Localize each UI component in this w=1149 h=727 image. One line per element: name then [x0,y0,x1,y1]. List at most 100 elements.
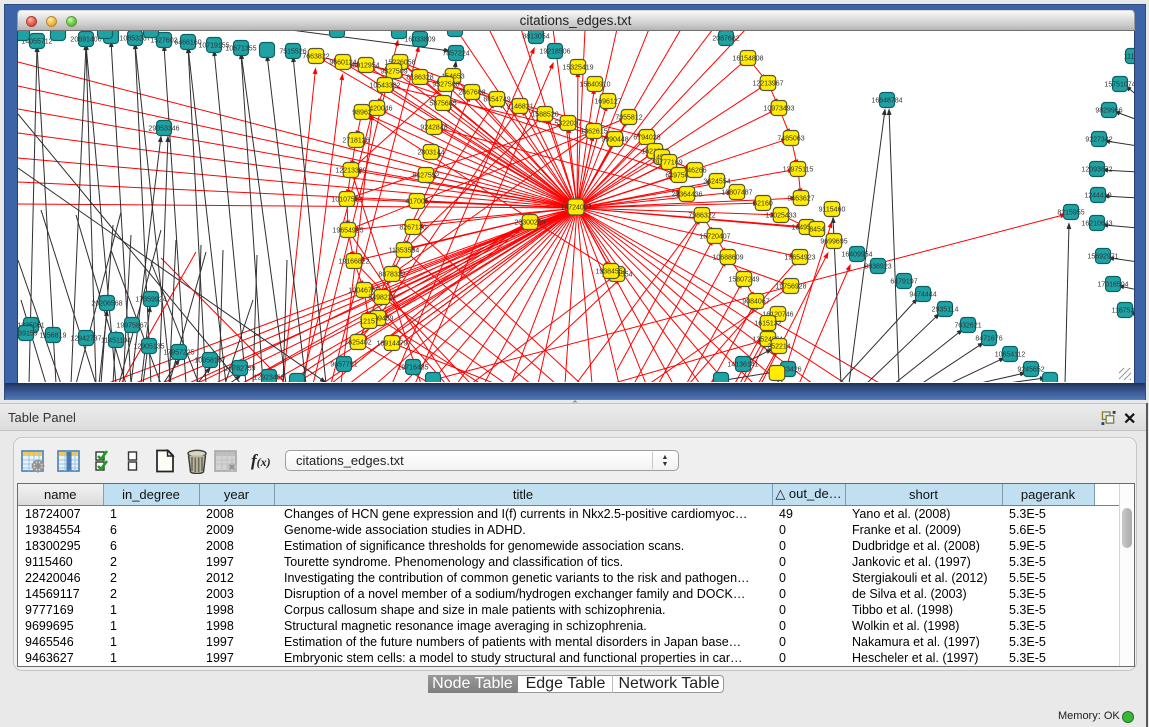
svg-text:62160: 62160 [753,200,773,207]
svg-text:11353594: 11353594 [388,247,419,254]
svg-text:8454: 8454 [809,226,825,233]
svg-text:10807487: 10807487 [721,189,752,196]
svg-text:12942737: 12942737 [70,335,101,342]
svg-text:8454749: 8454749 [483,96,510,103]
svg-text:9227342: 9227342 [1085,136,1112,143]
svg-text:9990448: 9990448 [601,136,628,143]
svg-text:9474444: 9474444 [909,291,936,298]
svg-text:12923468: 12923468 [253,374,284,381]
svg-text:10025433: 10025433 [765,212,796,219]
svg-text:19218506: 19218506 [539,48,570,55]
svg-text:10688609: 10688609 [712,254,743,261]
svg-text:17016504: 17016504 [1097,281,1128,288]
svg-text:9699695: 9699695 [820,238,847,245]
svg-text:2087682: 2087682 [712,35,739,42]
svg-text:9242848: 9242848 [420,124,447,131]
svg-text:17359924: 17359924 [135,296,166,303]
svg-text:8912954: 8912954 [352,62,379,69]
svg-text:5498222: 5498222 [368,294,395,301]
svg-text:11123: 11123 [1123,53,1134,60]
svg-text:19716485: 19716485 [397,364,428,371]
svg-text:7663822: 7663822 [302,53,329,60]
svg-text:2718126: 2718126 [342,137,369,144]
svg-text:9463627: 9463627 [787,195,814,202]
svg-text:9245652: 9245652 [1017,366,1044,373]
svg-text:1156819: 1156819 [39,332,66,339]
svg-text:15720407: 15720407 [699,233,730,240]
svg-text:19756928: 19756928 [775,283,806,290]
svg-text:1244419: 1244419 [1084,192,1111,199]
svg-text:8215955: 8215955 [1057,209,1084,216]
svg-text:9829966: 9829966 [1095,107,1122,114]
svg-text:12905135: 12905135 [133,343,164,350]
svg-text:9777169: 9777169 [655,159,682,166]
svg-text:20206568: 20206568 [91,300,122,307]
svg-text:10958107: 10958107 [194,357,225,364]
svg-text:7485063: 7485063 [777,135,804,142]
svg-text:5322037: 5322037 [554,120,581,127]
svg-text:15325419: 15325419 [562,64,593,71]
svg-text:12157: 12157 [359,318,379,325]
svg-text:9657791: 9657791 [330,361,357,368]
svg-text:16154808: 16154808 [732,55,763,62]
svg-text:9115460: 9115460 [818,206,845,213]
svg-text:7986322: 7986322 [688,212,715,219]
svg-text:15807249: 15807249 [728,276,759,283]
svg-text:29053346: 29053346 [148,125,179,132]
svg-text:8471676: 8471676 [975,335,1002,342]
svg-text:7632621: 7632621 [954,322,981,329]
svg-text:2803144: 2803144 [417,149,444,156]
svg-text:252214: 252214 [767,343,790,350]
svg-text:7857224: 7857224 [442,50,469,57]
svg-text:12213389: 12213389 [335,167,366,174]
svg-text:12213967: 12213967 [752,80,783,87]
svg-text:16648784: 16648784 [871,97,902,104]
svg-text:15751074: 15751074 [1104,81,1135,88]
svg-text:10543382: 10543382 [369,82,400,89]
svg-text:9327508: 9327508 [432,81,459,88]
svg-text:15640910: 15640910 [579,81,610,88]
svg-text:17957225: 17957225 [163,349,194,356]
svg-text:7625402: 7625402 [344,339,371,346]
svg-text:16782759: 16782759 [224,365,255,372]
svg-text:12975115: 12975115 [782,166,813,173]
svg-text:10654112: 10654112 [994,351,1025,358]
svg-text:939159: 939159 [18,330,38,337]
svg-text:11451194: 11451194 [100,337,130,344]
svg-text:16409954: 16409954 [841,251,872,258]
svg-text:7955812: 7955812 [615,114,642,121]
svg-text:6479197: 6479197 [890,278,917,285]
svg-text:8427552: 8427552 [412,172,439,179]
svg-text:9146821: 9146821 [506,103,533,110]
svg-text:1167534: 1167534 [1111,307,1134,314]
svg-text:8813054: 8813054 [522,33,549,40]
svg-text:8938923: 8938923 [864,263,891,270]
svg-text:16033809: 16033809 [404,36,435,43]
svg-text:23300203: 23300203 [514,219,545,226]
svg-text:8878332: 8878332 [378,271,405,278]
svg-text:98962: 98962 [352,109,372,116]
svg-text:10107552: 10107552 [331,196,362,203]
svg-text:18724007: 18724007 [560,204,591,211]
svg-text:16914479: 16914479 [376,340,407,347]
svg-text:5875685: 5875685 [429,100,456,107]
svg-text:6794028: 6794028 [633,134,660,141]
svg-text:19384554: 19384554 [595,268,626,275]
svg-text:9327509: 9327509 [380,68,407,75]
svg-text:2867608: 2867608 [458,89,485,96]
svg-text:3624554: 3624554 [703,178,730,185]
svg-text:10671355: 10671355 [225,45,256,52]
svg-text:417006: 417006 [405,198,428,205]
svg-text:746266: 746266 [683,167,706,174]
svg-text:1588520: 1588520 [531,111,558,118]
svg-text:19975867: 19975867 [116,322,147,329]
svg-text:1362615: 1362615 [580,128,607,135]
svg-text:15692971: 15692971 [1087,253,1118,260]
svg-text:12093872: 12093872 [1081,166,1112,173]
svg-text:16210643: 16210643 [1081,220,1112,227]
svg-text:10973493: 10973493 [763,105,794,112]
svg-text:19654925: 19654925 [332,227,363,234]
svg-text:20364436: 20364436 [671,191,702,198]
svg-text:9084067: 9084067 [742,298,769,305]
svg-text:2935114: 2935114 [931,306,958,313]
